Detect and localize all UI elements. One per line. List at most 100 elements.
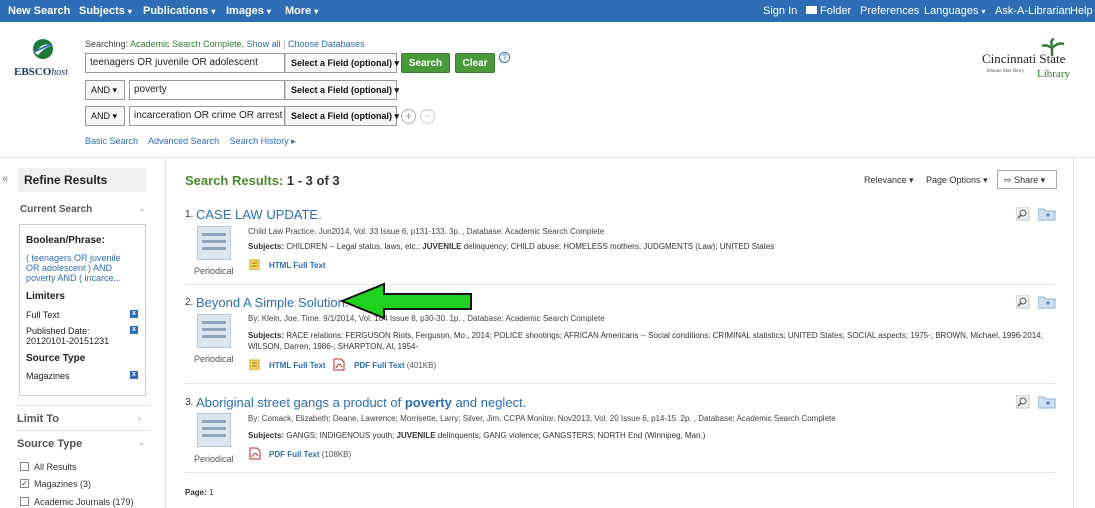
basic-search-link[interactable]: Basic Search	[85, 136, 138, 146]
divider	[15, 430, 150, 431]
page-options-dropdown[interactable]: Page Options ▾	[926, 175, 988, 186]
source-type-magazines: Magazines	[26, 371, 70, 381]
ebscohost-logo[interactable]: EBSCOhost	[14, 38, 74, 83]
library-logo[interactable]: Cincinnati State Johnnie Mae Berry Libra…	[980, 38, 1080, 83]
chevron-down-icon: ▾	[983, 175, 988, 185]
nav-folder[interactable]: Folder	[806, 5, 851, 17]
result-actions	[1014, 395, 1056, 409]
checkbox-all-results[interactable]	[20, 462, 29, 471]
folder-icon	[806, 6, 817, 14]
bool-operator-3[interactable]: AND ▾	[85, 106, 125, 126]
source-type-section-heading[interactable]: Source Type	[17, 438, 82, 450]
searching-line: Searching: Academic Search Complete, Sho…	[85, 39, 365, 49]
nav-new-search[interactable]: New Search	[8, 5, 70, 17]
current-search-heading[interactable]: Current Search	[20, 204, 92, 215]
chevron-down-icon: ▾	[394, 58, 400, 68]
preview-magnifier-icon[interactable]	[1016, 295, 1030, 309]
checkbox-label: Magazines (3)	[34, 479, 92, 489]
nav-help[interactable]: Help	[1070, 5, 1093, 17]
page-number[interactable]: 1	[209, 488, 213, 497]
html-full-text-link[interactable]: HTML Full Text	[269, 361, 326, 370]
advanced-search-link[interactable]: Advanced Search	[148, 136, 219, 146]
nav-preferences[interactable]: Preferences	[860, 5, 919, 17]
remove-row-icon[interactable]: −	[420, 109, 435, 124]
periodical-icon[interactable]	[197, 314, 231, 348]
results-heading: Search Results: 1 - 3 of 3	[185, 173, 340, 188]
pdf-full-text-link[interactable]: PDF Full Text (108KB)	[269, 450, 351, 459]
chevron-right-icon[interactable]: ›	[138, 413, 141, 423]
result-number: 2.	[185, 297, 194, 308]
choose-databases-link[interactable]: Choose Databases	[288, 39, 365, 49]
boolean-phrase-heading: Boolean/Phrase:	[26, 235, 105, 246]
add-to-folder-icon[interactable]	[1038, 207, 1056, 221]
chevron-down-icon: ▾	[266, 7, 271, 16]
preview-magnifier-icon[interactable]	[1016, 207, 1030, 221]
nav-sign-in[interactable]: Sign In	[763, 5, 797, 17]
result-title-link[interactable]: CASE LAW UPDATE.	[196, 207, 322, 222]
show-all-link[interactable]: Show all	[247, 39, 281, 49]
nav-publications[interactable]: Publications ▾	[143, 5, 215, 17]
publication-type: Periodical	[194, 354, 234, 364]
field-select-2[interactable]: Select a Field (optional) ▾	[285, 80, 400, 100]
field-select-1[interactable]: Select a Field (optional) ▾	[285, 53, 400, 73]
divider	[15, 405, 150, 406]
add-to-folder-icon[interactable]	[1038, 395, 1056, 409]
pdf-size: (108KB)	[321, 450, 352, 459]
preview-magnifier-icon[interactable]	[1016, 395, 1030, 409]
limit-to-heading[interactable]: Limit To	[17, 413, 59, 425]
green-arrow-annotation	[340, 282, 472, 320]
search-input-1[interactable]: teenagers OR juvenile OR adolescent	[85, 53, 285, 73]
periodical-icon[interactable]	[197, 226, 231, 260]
nav-images[interactable]: Images ▾	[226, 5, 271, 17]
remove-limiter-icon[interactable]: x	[130, 326, 138, 334]
limiters-heading: Limiters	[26, 291, 65, 302]
remove-limiter-icon[interactable]: x	[130, 371, 138, 379]
chevron-down-icon: ▾	[1040, 175, 1046, 185]
share-button[interactable]: ⇨ Share ▾	[997, 170, 1057, 189]
share-icon: ⇨	[1004, 175, 1012, 185]
result-title-link[interactable]: Beyond A Simple Solution.	[196, 295, 349, 310]
chevron-down-icon: ▾	[909, 175, 914, 185]
bool-operator-2[interactable]: AND ▾	[85, 80, 125, 100]
pdf-icon	[333, 358, 345, 371]
add-row-icon[interactable]: +	[401, 109, 416, 124]
chevron-down-icon: ▾	[112, 111, 118, 121]
search-button[interactable]: Search	[401, 53, 450, 73]
chevron-down-icon: ▾	[981, 7, 986, 16]
chevron-down-icon[interactable]: ⌄	[138, 203, 146, 214]
result-number: 3.	[185, 397, 194, 408]
clear-button[interactable]: Clear	[455, 53, 495, 73]
checkbox-academic-journals[interactable]	[20, 497, 29, 506]
nav-languages[interactable]: Languages ▾	[924, 5, 985, 17]
relevance-dropdown[interactable]: Relevance ▾	[864, 175, 914, 186]
chevron-down-icon: ▾	[394, 85, 400, 95]
chevron-down-icon[interactable]: ⌄	[138, 437, 146, 448]
checkbox-magazines[interactable]: ✓	[20, 479, 29, 488]
field-select-3[interactable]: Select a Field (optional) ▾	[285, 106, 399, 126]
remove-limiter-icon[interactable]: x	[130, 310, 138, 318]
help-icon[interactable]: ?	[499, 52, 510, 63]
nav-subjects[interactable]: Subjects ▾	[79, 5, 132, 17]
html-full-text-link[interactable]: HTML Full Text	[269, 261, 326, 270]
pdf-full-text-link[interactable]: PDF Full Text (401KB)	[354, 361, 436, 370]
search-input-3[interactable]: incarceration OR crime OR arrest	[129, 106, 285, 126]
library-subname: Johnnie Mae Berry	[986, 69, 1025, 74]
html-full-text-icon	[249, 259, 260, 270]
chevron-down-icon: ▾	[211, 7, 216, 16]
divider	[165, 157, 166, 508]
search-input-2[interactable]: poverty	[129, 80, 285, 100]
add-to-folder-icon[interactable]	[1038, 295, 1056, 309]
library-label: Library	[1037, 68, 1070, 80]
result-actions	[1014, 207, 1056, 221]
collapse-panel-icon[interactable]: «	[2, 173, 8, 185]
pagination: Page: 1	[185, 488, 214, 497]
periodical-icon[interactable]	[197, 413, 231, 447]
pdf-size: (401KB)	[406, 361, 437, 370]
search-history-link[interactable]: Search History ▸	[230, 136, 296, 146]
pdf-icon	[249, 447, 261, 460]
nav-ask-a-librarian[interactable]: Ask-A-Librarian	[995, 5, 1071, 17]
boolean-query-link[interactable]: ( teenagers OR juvenile OR adolescent ) …	[26, 253, 136, 283]
result-number: 1.	[185, 209, 194, 220]
nav-more[interactable]: More ▾	[285, 5, 318, 17]
result-title-link[interactable]: Aboriginal street gangs a product of pov…	[196, 395, 526, 410]
